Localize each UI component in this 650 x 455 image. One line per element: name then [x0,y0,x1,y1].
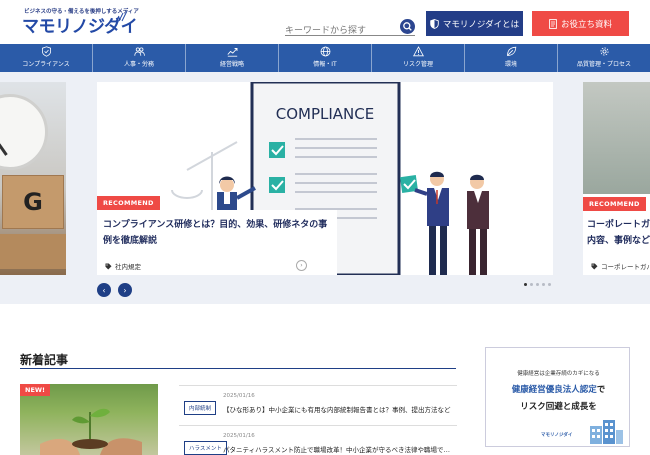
docs-button-label: お役立ち資料 [560,19,612,30]
new-badge: NEW! [20,384,51,396]
nav-item-risk[interactable]: リスク管理 [372,44,465,72]
shield-check-icon [41,46,51,57]
slide-title-line1[interactable]: コーポレートガバナンスとは？目的、意味や [587,217,650,233]
section-title: 新着記事 [20,353,69,367]
nav-item-strategy[interactable]: 経営戦略 [186,44,279,72]
category-nav: コンプライアンス 人事・労務 経営戦略 情報・IT リスク管理 環境 品質管理・… [0,44,650,72]
nav-item-label: 人事・労務 [123,61,154,68]
about-button[interactable]: マモリノジダイとは [426,11,523,36]
wooden-block: G [2,175,64,229]
leaf-icon [506,46,516,56]
docs-button[interactable]: お役立ち資料 [532,11,629,36]
nav-item-label: リスク管理 [402,61,433,68]
slide-title-line2[interactable]: 内容、事例などを [587,233,650,249]
ad-banner[interactable]: 健康経営は企業存続のカギになる 健康経営優良法人認定で リスク回避と成長を マモ… [485,347,630,447]
about-button-label: マモリノジダイとは [442,19,520,30]
news-title[interactable]: 【ひな形あり】中小企業にも有用な内部統制報告書とは？事例、提出方法など [223,404,451,414]
news-date: 2025/01/16 [223,393,255,399]
nav-item-environment[interactable]: 環境 [465,44,558,72]
news-title[interactable]: パタニティハラスメント防止で職場改革！中小企業が守るべき法律や職場で… [223,444,450,454]
slide-tag[interactable]: 社内規定 [105,261,141,271]
nav-item-hr[interactable]: 人事・労務 [93,44,186,72]
site-header: ビジネスの守る・備えるを後押しするメディア マモリノジダイ マモリノジダイとは … [0,0,650,44]
slide-next[interactable]: RECOMMEND コーポレートガバナンスとは？目的、意味や 内容、事例などを … [583,82,650,275]
slide-title-line2[interactable]: 例を徹底解説 [103,233,157,249]
sparkle-icon [115,10,128,22]
search-input[interactable] [285,22,395,40]
slide-prev[interactable]: G [0,82,66,275]
building-icon [590,420,623,444]
nav-item-it[interactable]: 情報・IT [279,44,372,72]
ad-headline-1: 健康経営優良法人認定で [511,385,606,395]
slide-tag-label: 社内規定 [115,263,141,271]
carousel-dot[interactable] [536,283,539,286]
carousel-dot[interactable] [524,283,527,286]
nav-item-label: コンプライアンス [22,61,70,68]
search-button[interactable] [400,19,415,34]
news-category[interactable]: ハラスメント [184,441,227,455]
carousel-next-button[interactable]: › [118,283,132,297]
news-category[interactable]: 内部統制 [184,401,217,415]
carousel-dot[interactable] [530,283,533,286]
carousel-dot[interactable] [542,283,545,286]
shield-icon [430,18,439,29]
carousel-dot[interactable] [548,283,551,286]
news-date: 2025/01/16 [223,433,255,439]
nav-item-compliance[interactable]: コンプライアンス [0,44,93,72]
ad-logo: マモリノジダイ [541,433,573,438]
recommend-badge: RECOMMEND [97,196,160,210]
slide-arrow-icon[interactable]: › [296,260,307,271]
ad-headline-2: リスク回避と成長を [520,402,597,412]
nav-item-label: 品質管理・プロセス [576,61,631,68]
slide-current[interactable]: COMPLIANCE RECOMMEND コンプライアンス研修とは？目的、効果、… [97,82,553,275]
nav-item-label: 情報・IT [313,61,337,68]
nav-item-label: 経営戦略 [219,61,244,68]
clock-image [0,94,48,170]
people-icon [133,47,145,56]
carousel-prev-button[interactable]: ‹ [97,283,111,297]
tag-icon [105,263,112,269]
hero-carousel: G COMPLIANCE RECOMMEND コンプライアンス研修とは？目的、効… [0,72,650,304]
compliance-text: COMPLIANCE [276,105,374,123]
chart-icon [226,48,237,57]
search-box [285,18,415,40]
recommend-badge: RECOMMEND [583,197,646,211]
document-icon [549,18,557,29]
warning-icon [412,46,424,57]
nav-item-label: 環境 [504,61,517,68]
globe-icon [320,46,330,57]
search-icon [403,22,412,31]
slide-title-line1[interactable]: コンプライアンス研修とは？目的、効果、研修ネタの事 [103,217,327,233]
carousel-dots [524,283,551,286]
slide-next-image [583,82,650,194]
ad-subtitle: 健康経営は企業存続のカギになる [517,371,600,377]
tag-icon [591,263,598,269]
slide-tag[interactable]: コーポレートガバナンス [591,261,650,271]
gear-icon [600,47,608,56]
nav-item-quality[interactable]: 品質管理・プロセス [558,44,650,72]
slide-tag-label: コーポレートガバナンス [601,263,650,271]
